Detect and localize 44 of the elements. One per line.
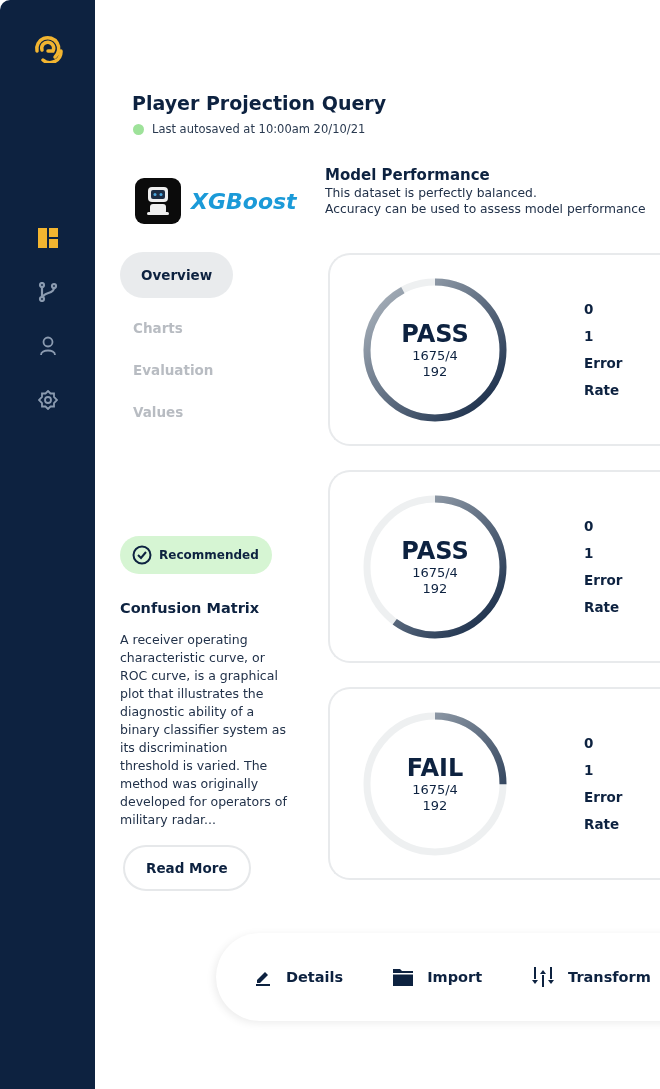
description-text: A receiver operating characteristic curve, or ROC curve, is a graphical plot that illustrates the diagnostic ability of a binary classifier system as its discrimination threshold is varied. The method was originally developed for operators of military radar... <box>120 631 288 829</box>
metric-label: Error <box>584 570 623 590</box>
robot-icon <box>135 178 181 224</box>
section-title: Model Performance <box>325 166 491 184</box>
check-circle-icon <box>132 545 152 565</box>
count-text: 1675/4 <box>412 564 458 581</box>
metric-label: 0 <box>584 516 595 536</box>
badge-label: Recommended <box>159 548 259 562</box>
sliders-icon <box>532 967 555 987</box>
metric-label: Error <box>584 787 623 807</box>
status-dot-icon <box>133 123 144 135</box>
count-text: 1675/4 <box>412 781 458 798</box>
autosave-text: Last autosaved at 10:00am 20/10/21 <box>152 122 366 136</box>
nav-tab[interactable]: Overview <box>120 252 234 298</box>
toolbar-button[interactable]: Import <box>393 968 483 986</box>
settings-icon[interactable] <box>37 390 58 410</box>
metric-label: 1 <box>584 543 595 563</box>
model-name: XGBoost <box>191 188 297 214</box>
branch-icon[interactable] <box>37 282 58 302</box>
metric-label: Rate <box>584 380 621 400</box>
result-label: PASS <box>401 536 469 565</box>
toolbar-button[interactable]: Transform <box>532 967 651 987</box>
result-label: PASS <box>401 319 469 348</box>
user-icon[interactable] <box>37 336 58 356</box>
metric-label: Rate <box>584 597 621 617</box>
metric-label: 0 <box>584 299 595 319</box>
read-more-button[interactable]: Read More <box>123 845 251 891</box>
metric-label: Rate <box>584 814 621 834</box>
count-text: 192 <box>422 363 448 380</box>
folder-icon <box>393 968 414 986</box>
info-text: Accuracy can be used to assess model performance <box>325 202 647 216</box>
metric-label: 1 <box>584 326 595 346</box>
metric-label: 1 <box>584 760 595 780</box>
count-text: 1675/4 <box>412 347 458 364</box>
metric-label: Error <box>584 353 623 373</box>
count-text: 192 <box>422 797 448 814</box>
dashboard-icon[interactable] <box>37 228 58 248</box>
result-label: FAIL <box>406 753 464 782</box>
page-title: Player Projection Query <box>132 92 388 114</box>
section-title: Confusion Matrix <box>120 600 260 616</box>
info-text: This dataset is perfectly balanced. <box>325 186 538 200</box>
metric-label: 0 <box>584 733 595 753</box>
count-text: 192 <box>422 580 448 597</box>
toolbar-button[interactable]: Details <box>254 968 344 986</box>
